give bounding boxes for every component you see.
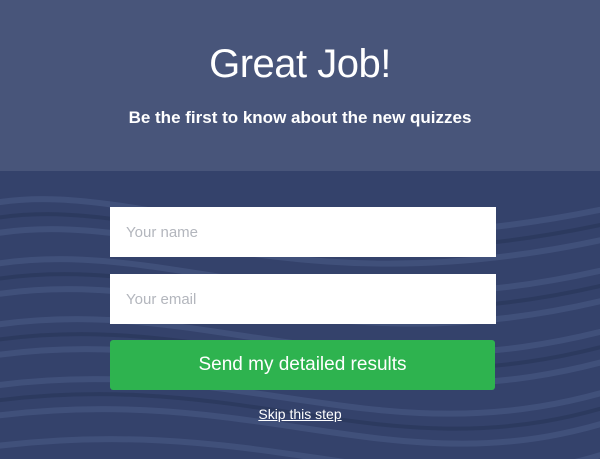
skip-container: Skip this step: [0, 406, 600, 424]
subscribe-form: Send my detailed results Skip this step: [0, 0, 600, 459]
name-input[interactable]: [110, 207, 496, 257]
email-input[interactable]: [110, 274, 496, 324]
skip-step-link[interactable]: Skip this step: [258, 406, 341, 422]
quiz-result-page: Great Job! Be the first to know about th…: [0, 0, 600, 459]
send-results-button[interactable]: Send my detailed results: [110, 340, 495, 390]
